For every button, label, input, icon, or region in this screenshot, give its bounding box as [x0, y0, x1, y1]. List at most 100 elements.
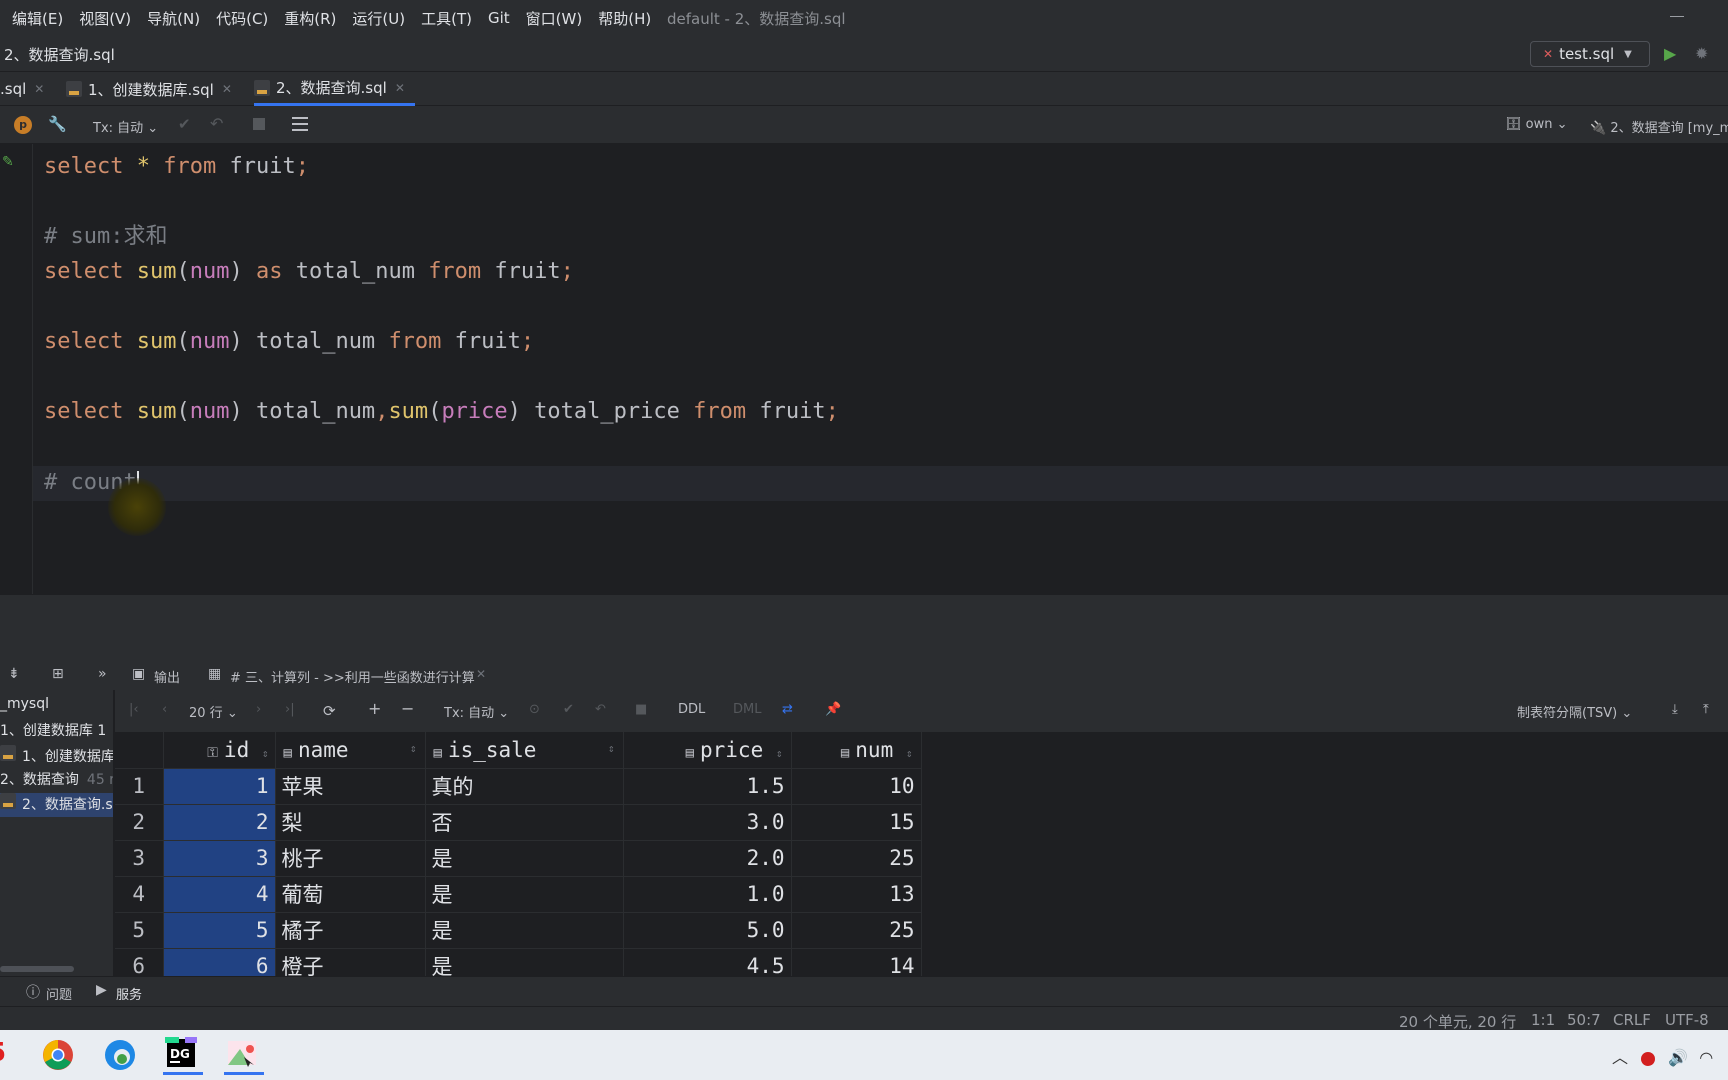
cell-name[interactable]: 桃子 — [275, 840, 426, 877]
table-row[interactable]: 5 5 橘子 是 5.0 25 — [115, 912, 922, 949]
tree-item-selected[interactable]: 2、数据查询.s — [0, 793, 113, 817]
cell-num[interactable]: 25 — [791, 912, 922, 949]
code-editor[interactable]: ✎ select * from fruit; # sum:求和 select s… — [0, 144, 1728, 594]
tab-sql[interactable]: .sql ✕ — [0, 72, 44, 106]
app-icon[interactable]: 5 — [0, 1037, 28, 1075]
tab-services[interactable]: 服务 — [116, 984, 142, 1003]
cell-name[interactable]: 橘子 — [275, 912, 426, 949]
menu-refactor[interactable]: 重构(R) — [284, 8, 336, 29]
cell-price[interactable]: 1.0 — [623, 876, 792, 913]
cell-price[interactable]: 4.5 — [623, 948, 792, 976]
image-viewer-icon[interactable] — [224, 1037, 264, 1075]
cell-num[interactable]: 13 — [791, 876, 922, 913]
cell-is-sale[interactable]: 是 — [425, 876, 624, 913]
ddl-button[interactable]: DDL — [678, 702, 705, 717]
more-icon[interactable]: » — [98, 666, 107, 682]
recording-icon[interactable] — [1641, 1051, 1656, 1066]
cell-num[interactable]: 10 — [791, 768, 922, 805]
cell-name[interactable]: 橙子 — [275, 948, 426, 976]
cell-price[interactable]: 1.5 — [623, 768, 792, 805]
table-row[interactable]: 4 4 葡萄 是 1.0 13 — [115, 876, 922, 913]
page-size-select[interactable]: 20 行 ⌄ — [189, 702, 238, 721]
system-tray[interactable]: ︿ 🔊 ◠ — [1612, 1044, 1713, 1068]
tab-result[interactable]: # 三、计算列 - >>利用一些函数进行计算 — [230, 667, 475, 686]
chrome-icon[interactable] — [40, 1037, 80, 1075]
tree-item[interactable]: 1、创建数据库 1 — [0, 720, 113, 744]
column-header-num[interactable]: ▤ num ⇕ — [791, 732, 922, 769]
sort-icon[interactable]: ⇕ — [608, 742, 615, 755]
cell-is-sale[interactable]: 是 — [425, 948, 624, 976]
upload-icon[interactable]: ⤒ — [1703, 702, 1709, 717]
add-row-icon[interactable]: + — [368, 699, 381, 718]
datagrip-icon[interactable]: DG — [163, 1037, 203, 1075]
tab-output[interactable]: 输出 — [154, 667, 180, 686]
panel-splitter[interactable] — [0, 594, 1728, 660]
edge-icon[interactable] — [102, 1037, 142, 1075]
line-separator[interactable]: CRLF — [1613, 1011, 1651, 1029]
refresh-icon[interactable]: ⟳ — [323, 702, 336, 720]
profile-icon[interactable]: p — [14, 116, 32, 134]
result-grid[interactable]: ⚿ id ⇕ ▤ name ⇕ ▤ is_sale ⇕ ▤ price ⇕ ▤ num ⇕ 1… — [115, 732, 1728, 976]
download-icon[interactable]: ⤓ — [1672, 702, 1678, 717]
column-header-name[interactable]: ▤ name ⇕ — [275, 732, 426, 769]
transaction-mode-select[interactable]: Tx: 自动 ⌄ — [444, 702, 509, 721]
cell-is-sale[interactable]: 否 — [425, 804, 624, 841]
cell-name[interactable]: 梨 — [275, 804, 426, 841]
code-line[interactable]: # sum:求和 — [44, 222, 167, 252]
run-configuration-selector[interactable]: ✕ test.sql ▼ — [1530, 41, 1650, 67]
tab-problems[interactable]: 问题 — [46, 984, 72, 1003]
cell-price[interactable]: 5.0 — [623, 912, 792, 949]
run-icon[interactable]: ▶ — [1664, 44, 1676, 63]
menu-git[interactable]: Git — [488, 9, 510, 27]
close-icon[interactable]: ✕ — [476, 667, 486, 681]
session-selector[interactable]: 🔌 2、数据查询 [my_m — [1590, 117, 1728, 136]
menu-run[interactable]: 运行(U) — [352, 8, 405, 29]
menu-tools[interactable]: 工具(T) — [421, 8, 472, 29]
close-icon[interactable]: ✕ — [34, 82, 44, 96]
column-header-is-sale[interactable]: ▤ is_sale ⇕ — [425, 732, 624, 769]
tab-create-database[interactable]: 1、创建数据库.sql ✕ — [66, 72, 232, 106]
menu-navigate[interactable]: 导航(N) — [147, 8, 200, 29]
file-encoding[interactable]: UTF-8 — [1665, 1011, 1709, 1029]
volume-icon[interactable]: 🔊 — [1668, 1048, 1688, 1067]
sort-icon[interactable]: ⇕ — [410, 742, 417, 755]
cell-is-sale[interactable]: 真的 — [425, 768, 624, 805]
cell-id[interactable]: 1 — [163, 768, 276, 805]
dml-button[interactable]: DML — [733, 702, 761, 717]
code-line[interactable]: select sum(num) total_num from fruit; — [44, 327, 534, 357]
group-icon[interactable]: ⊞ — [52, 666, 64, 682]
export-format-select[interactable]: 制表符分隔(TSV) ⌄ — [1517, 702, 1632, 721]
code-line[interactable]: select sum(num) total_num,sum(price) tot… — [44, 397, 839, 427]
cell-is-sale[interactable]: 是 — [425, 840, 624, 877]
tree-item[interactable]: 2、数据查询 45 r — [0, 769, 113, 793]
table-row[interactable]: 1 1 苹果 真的 1.5 10 — [115, 768, 922, 805]
cell-id[interactable]: 4 — [163, 876, 276, 913]
cell-num[interactable]: 14 — [791, 948, 922, 976]
schema-selector[interactable]: 🗄 own ⌄ — [1505, 117, 1568, 132]
cell-id[interactable]: 6 — [163, 948, 276, 976]
menu-window[interactable]: 窗口(W) — [526, 8, 583, 29]
tree-item[interactable]: 1、创建数据库 — [0, 745, 113, 769]
minimize-icon[interactable] — [1670, 16, 1684, 17]
debug-icon[interactable]: ✹ — [1695, 44, 1708, 63]
menu-view[interactable]: 视图(V) — [79, 8, 131, 29]
caret-position[interactable]: 1:1 — [1531, 1011, 1555, 1029]
menu-code[interactable]: 代码(C) — [216, 8, 268, 29]
pin-icon[interactable]: 📌 — [825, 702, 841, 717]
table-row[interactable]: 2 2 梨 否 3.0 15 — [115, 804, 922, 841]
cell-id[interactable]: 2 — [163, 804, 276, 841]
table-row[interactable]: 3 3 桃子 是 2.0 25 — [115, 840, 922, 877]
transaction-mode-select[interactable]: Tx: 自动 ⌄ — [93, 117, 158, 136]
cell-id[interactable]: 5 — [163, 912, 276, 949]
close-icon[interactable]: ✕ — [395, 81, 405, 95]
cell-name[interactable]: 苹果 — [275, 768, 426, 805]
compare-icon[interactable]: ⇄ — [782, 702, 793, 717]
column-header-id[interactable]: ⚿ id ⇕ — [163, 732, 276, 769]
tree-item[interactable]: _mysql — [0, 696, 113, 720]
cell-name[interactable]: 葡萄 — [275, 876, 426, 913]
collapse-icon[interactable]: ⇟ — [8, 666, 20, 682]
column-header-price[interactable]: ▤ price ⇕ — [623, 732, 792, 769]
cell-num[interactable]: 15 — [791, 804, 922, 841]
menu-edit[interactable]: 编辑(E) — [12, 8, 63, 29]
close-icon[interactable]: ✕ — [222, 82, 232, 96]
